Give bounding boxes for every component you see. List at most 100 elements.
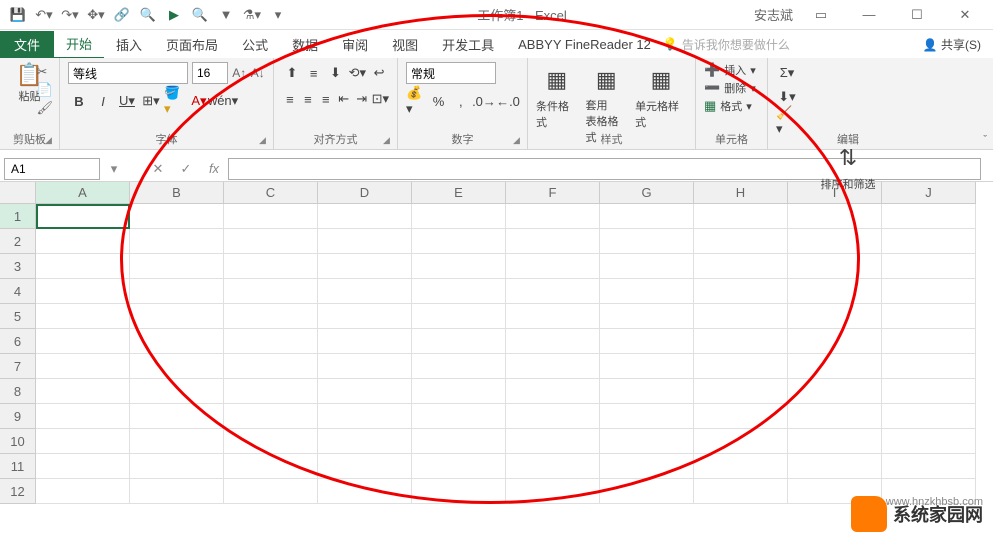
align-middle-button[interactable]: ≡: [304, 62, 324, 84]
cell[interactable]: [318, 229, 412, 254]
save-button[interactable]: 💾: [6, 3, 30, 27]
cell[interactable]: [224, 379, 318, 404]
cell[interactable]: [694, 379, 788, 404]
cell[interactable]: [130, 429, 224, 454]
row-header-3[interactable]: 3: [0, 254, 36, 279]
cell[interactable]: [694, 279, 788, 304]
wrap-text-button[interactable]: ↩: [369, 62, 389, 84]
tab-review[interactable]: 审阅: [330, 31, 380, 58]
cancel-formula-button[interactable]: ✕: [144, 158, 172, 180]
cell[interactable]: [412, 479, 506, 504]
ribbon-options-button[interactable]: ▭: [801, 3, 841, 27]
cell[interactable]: [412, 229, 506, 254]
number-format-input[interactable]: [406, 62, 496, 84]
align-top-button[interactable]: ⬆: [282, 62, 302, 84]
cell[interactable]: [224, 304, 318, 329]
cell[interactable]: [36, 404, 130, 429]
undo-button[interactable]: ↶▾: [32, 3, 56, 27]
cell[interactable]: [600, 229, 694, 254]
cell[interactable]: [694, 304, 788, 329]
cell[interactable]: [788, 429, 882, 454]
format-painter-button[interactable]: 🖌: [36, 100, 53, 116]
tab-formulas[interactable]: 公式: [230, 31, 280, 58]
phonetic-button[interactable]: wén▾: [212, 90, 234, 112]
cell[interactable]: [130, 404, 224, 429]
percent-button[interactable]: %: [428, 90, 448, 112]
enter-formula-button[interactable]: ✓: [172, 158, 200, 180]
redo-button[interactable]: ↷▾: [58, 3, 82, 27]
cell[interactable]: [130, 479, 224, 504]
maximize-button[interactable]: ☐: [897, 3, 937, 27]
cell[interactable]: [882, 254, 976, 279]
col-header-F[interactable]: F: [506, 182, 600, 204]
align-center-button[interactable]: ≡: [300, 88, 316, 110]
cell[interactable]: [224, 279, 318, 304]
cell[interactable]: [36, 379, 130, 404]
tab-page-layout[interactable]: 页面布局: [154, 31, 230, 58]
cell[interactable]: [882, 304, 976, 329]
cell[interactable]: [694, 254, 788, 279]
tab-view[interactable]: 视图: [380, 31, 430, 58]
select-all-corner[interactable]: [0, 182, 36, 204]
align-dialog-launcher[interactable]: ◢: [383, 135, 395, 147]
cell[interactable]: [506, 204, 600, 229]
cell[interactable]: [506, 254, 600, 279]
cell[interactable]: [506, 379, 600, 404]
col-header-C[interactable]: C: [224, 182, 318, 204]
qat-more-button[interactable]: ⚗▾: [240, 3, 264, 27]
cell[interactable]: [600, 404, 694, 429]
cell[interactable]: [412, 454, 506, 479]
increase-font-button[interactable]: A↑: [232, 62, 247, 84]
cell[interactable]: [412, 379, 506, 404]
row-header-7[interactable]: 7: [0, 354, 36, 379]
col-header-H[interactable]: H: [694, 182, 788, 204]
row-header-2[interactable]: 2: [0, 229, 36, 254]
border-button[interactable]: ⊞▾: [140, 90, 162, 112]
cell[interactable]: [36, 279, 130, 304]
cell[interactable]: [882, 279, 976, 304]
cell[interactable]: [788, 304, 882, 329]
cell[interactable]: [882, 204, 976, 229]
align-right-button[interactable]: ≡: [318, 88, 334, 110]
cell[interactable]: [224, 254, 318, 279]
col-header-D[interactable]: D: [318, 182, 412, 204]
cell[interactable]: [130, 379, 224, 404]
clear-button[interactable]: 🧹▾: [776, 110, 798, 132]
format-cells-button[interactable]: ▦格式 ▾: [704, 98, 759, 114]
row-header-12[interactable]: 12: [0, 479, 36, 504]
insert-function-button[interactable]: fx: [200, 158, 228, 180]
cell[interactable]: [318, 404, 412, 429]
cell[interactable]: [882, 229, 976, 254]
cell[interactable]: [318, 454, 412, 479]
cell[interactable]: [506, 279, 600, 304]
cell[interactable]: [36, 454, 130, 479]
cell[interactable]: [130, 204, 224, 229]
cells-area[interactable]: [36, 204, 976, 504]
cell[interactable]: [224, 454, 318, 479]
decrease-font-button[interactable]: A↓: [251, 62, 266, 84]
cell[interactable]: [694, 329, 788, 354]
cell[interactable]: [36, 354, 130, 379]
cell[interactable]: [600, 329, 694, 354]
cell[interactable]: [506, 404, 600, 429]
cell[interactable]: [224, 429, 318, 454]
cell[interactable]: [506, 304, 600, 329]
clipboard-dialog-launcher[interactable]: ◢: [45, 135, 57, 147]
cell[interactable]: [318, 254, 412, 279]
collapse-ribbon-button[interactable]: ˇ: [983, 134, 987, 146]
row-header-6[interactable]: 6: [0, 329, 36, 354]
align-left-button[interactable]: ≡: [282, 88, 298, 110]
row-header-10[interactable]: 10: [0, 429, 36, 454]
cell[interactable]: [788, 354, 882, 379]
tab-insert[interactable]: 插入: [104, 31, 154, 58]
tab-abbyy[interactable]: ABBYY FineReader 12: [506, 33, 663, 56]
close-button[interactable]: ✕: [945, 3, 985, 27]
cell[interactable]: [36, 254, 130, 279]
col-header-E[interactable]: E: [412, 182, 506, 204]
cell[interactable]: [130, 279, 224, 304]
align-bottom-button[interactable]: ⬇: [326, 62, 346, 84]
orientation-button[interactable]: ⟲▾: [347, 62, 367, 84]
cell[interactable]: [882, 379, 976, 404]
underline-button[interactable]: U▾: [116, 90, 138, 112]
cell[interactable]: [694, 479, 788, 504]
